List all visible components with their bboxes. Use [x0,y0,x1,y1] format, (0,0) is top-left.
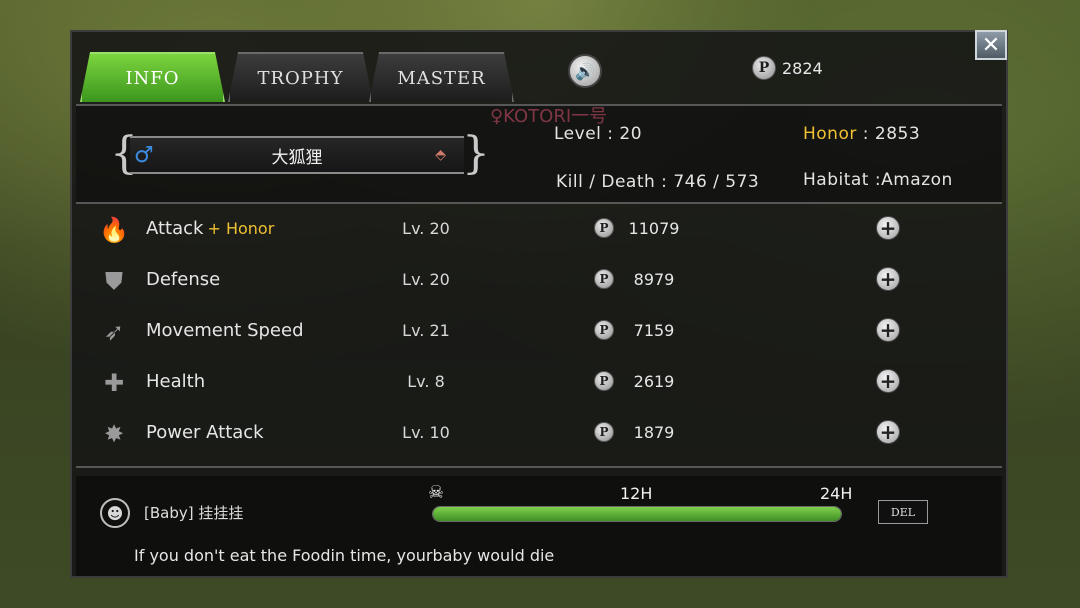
point-coin-icon: P [594,218,614,238]
burst-icon: ✸ [103,420,125,448]
stat-name-label: Health [146,371,206,392]
stat-name: Movement Speed [146,320,304,341]
stat-cost-value: 1879 [633,422,675,442]
wing-icon: ➶ [103,318,125,346]
stat-row-power-attack: ✸ Power Attack Lv. 10 P 1879 + [76,408,1002,459]
point-coin-icon: P [594,269,614,289]
rank-chevron-icon: ⬘ [435,147,446,163]
honor-stat: Honor : 2853 [803,124,921,144]
male-gender-icon: ♂ [134,142,154,168]
stat-row-defense: ⛊ Defense Lv. 20 P 8979 + [76,255,1002,306]
pet-name: 大狐狸 [271,147,323,168]
stat-level: Lv. 8 [407,372,445,391]
stat-level: Lv. 21 [402,321,450,340]
stat-cost-value: 2619 [633,371,675,391]
honor-bonus: + Honor [207,219,275,238]
upgrade-movement-speed-button[interactable]: + [876,318,900,342]
tab-bar: INFO TROPHY MASTER [80,52,580,104]
point-coin-icon: P [594,422,614,442]
baby-icon: ☻ [100,498,130,528]
baby-label: [Baby] 挂挂挂 [144,504,244,522]
stat-cost-value: 11079 [628,218,680,238]
kill-death-stat: Kill / Death : 746 / 573 [556,172,760,192]
stat-name-label: Movement Speed [146,320,304,341]
upgrade-attack-button[interactable]: + [876,216,900,240]
time-marker-24h: 24H [820,484,853,503]
upgrade-health-button[interactable]: + [876,369,900,393]
points-value: 2824 [782,58,823,78]
stat-level: Lv. 10 [402,423,450,442]
level-label: Level [554,124,602,144]
cross-icon: ✚ [103,369,125,397]
divider [76,466,1002,468]
stat-cost-value: 7159 [633,320,675,340]
stat-name: Attack + Honor [146,218,274,239]
speaker-icon[interactable]: 🔊 [568,54,602,88]
stat-cost-value: 8979 [633,269,675,289]
stat-name: Health [146,371,205,392]
stat-name-label: Defense [146,269,221,290]
level-stat: Level : 20 [554,124,643,144]
ornament-left-icon: { [110,128,138,179]
stat-name-label: Attack [146,218,204,239]
honor-label: Honor [803,124,857,144]
stat-level: Lv. 20 [402,270,450,289]
info-panel: INFO TROPHY MASTER 🔊 P 2824 ✕ ♀KOTORI一号 … [70,30,1008,578]
food-timer-bar [432,506,842,522]
stat-list: 🔥 Attack + Honor Lv. 20 P 11079 + ⛊ Defens… [76,204,1002,466]
kd-value: 746 / 573 [673,172,760,192]
level-value: 20 [619,124,643,144]
stat-name: Power Attack [146,422,264,443]
point-coin-icon: P [594,371,614,391]
tab-trophy[interactable]: TROPHY [228,52,373,102]
stat-name: Defense [146,269,220,290]
points-display: P 2824 [752,56,823,80]
pet-name-box: ♂ 大狐狸 ⬘ [130,136,464,174]
hint-text: If you don't eat the Foodin time, yourba… [134,546,555,565]
kd-label: Kill / Death [556,172,656,192]
stat-row-attack: 🔥 Attack + Honor Lv. 20 P 11079 + [76,204,1002,255]
stat-cost: P 7159 [594,320,684,340]
stat-cost: P 8979 [594,269,684,289]
habitat-value: Amazon [881,170,953,190]
upgrade-defense-button[interactable]: + [876,267,900,291]
point-coin-icon: P [594,320,614,340]
upgrade-power-attack-button[interactable]: + [876,420,900,444]
skull-icon: ☠ [428,482,445,503]
habitat-label: Habitat [803,170,869,190]
habitat-stat: Habitat :Amazon [803,170,953,190]
stat-row-movement-speed: ➶ Movement Speed Lv. 21 P 7159 + [76,306,1002,357]
stat-level: Lv. 20 [402,219,450,238]
point-coin-icon: P [752,56,776,80]
time-marker-12h: 12H [620,484,653,503]
baby-section: ☻ [Baby] 挂挂挂 ☠ 12H 24H DEL If you don't … [76,476,1002,576]
tab-master[interactable]: MASTER [369,52,514,102]
stat-name-label: Power Attack [146,422,264,443]
close-button[interactable]: ✕ [975,30,1007,60]
delete-button[interactable]: DEL [878,500,928,524]
ornament-right-icon: } [462,128,490,179]
honor-value: 2853 [874,124,921,144]
tab-info[interactable]: INFO [80,52,225,102]
stat-cost: P 2619 [594,371,684,391]
pet-name-frame: { ♂ 大狐狸 ⬘ } [110,128,490,182]
stat-cost: P 1879 [594,422,684,442]
flame-icon: 🔥 [99,216,129,244]
stat-cost: P 11079 [594,218,684,238]
stat-row-health: ✚ Health Lv. 8 P 2619 + [76,357,1002,408]
food-timer-fill [433,507,841,521]
shield-icon: ⛊ [105,267,123,295]
